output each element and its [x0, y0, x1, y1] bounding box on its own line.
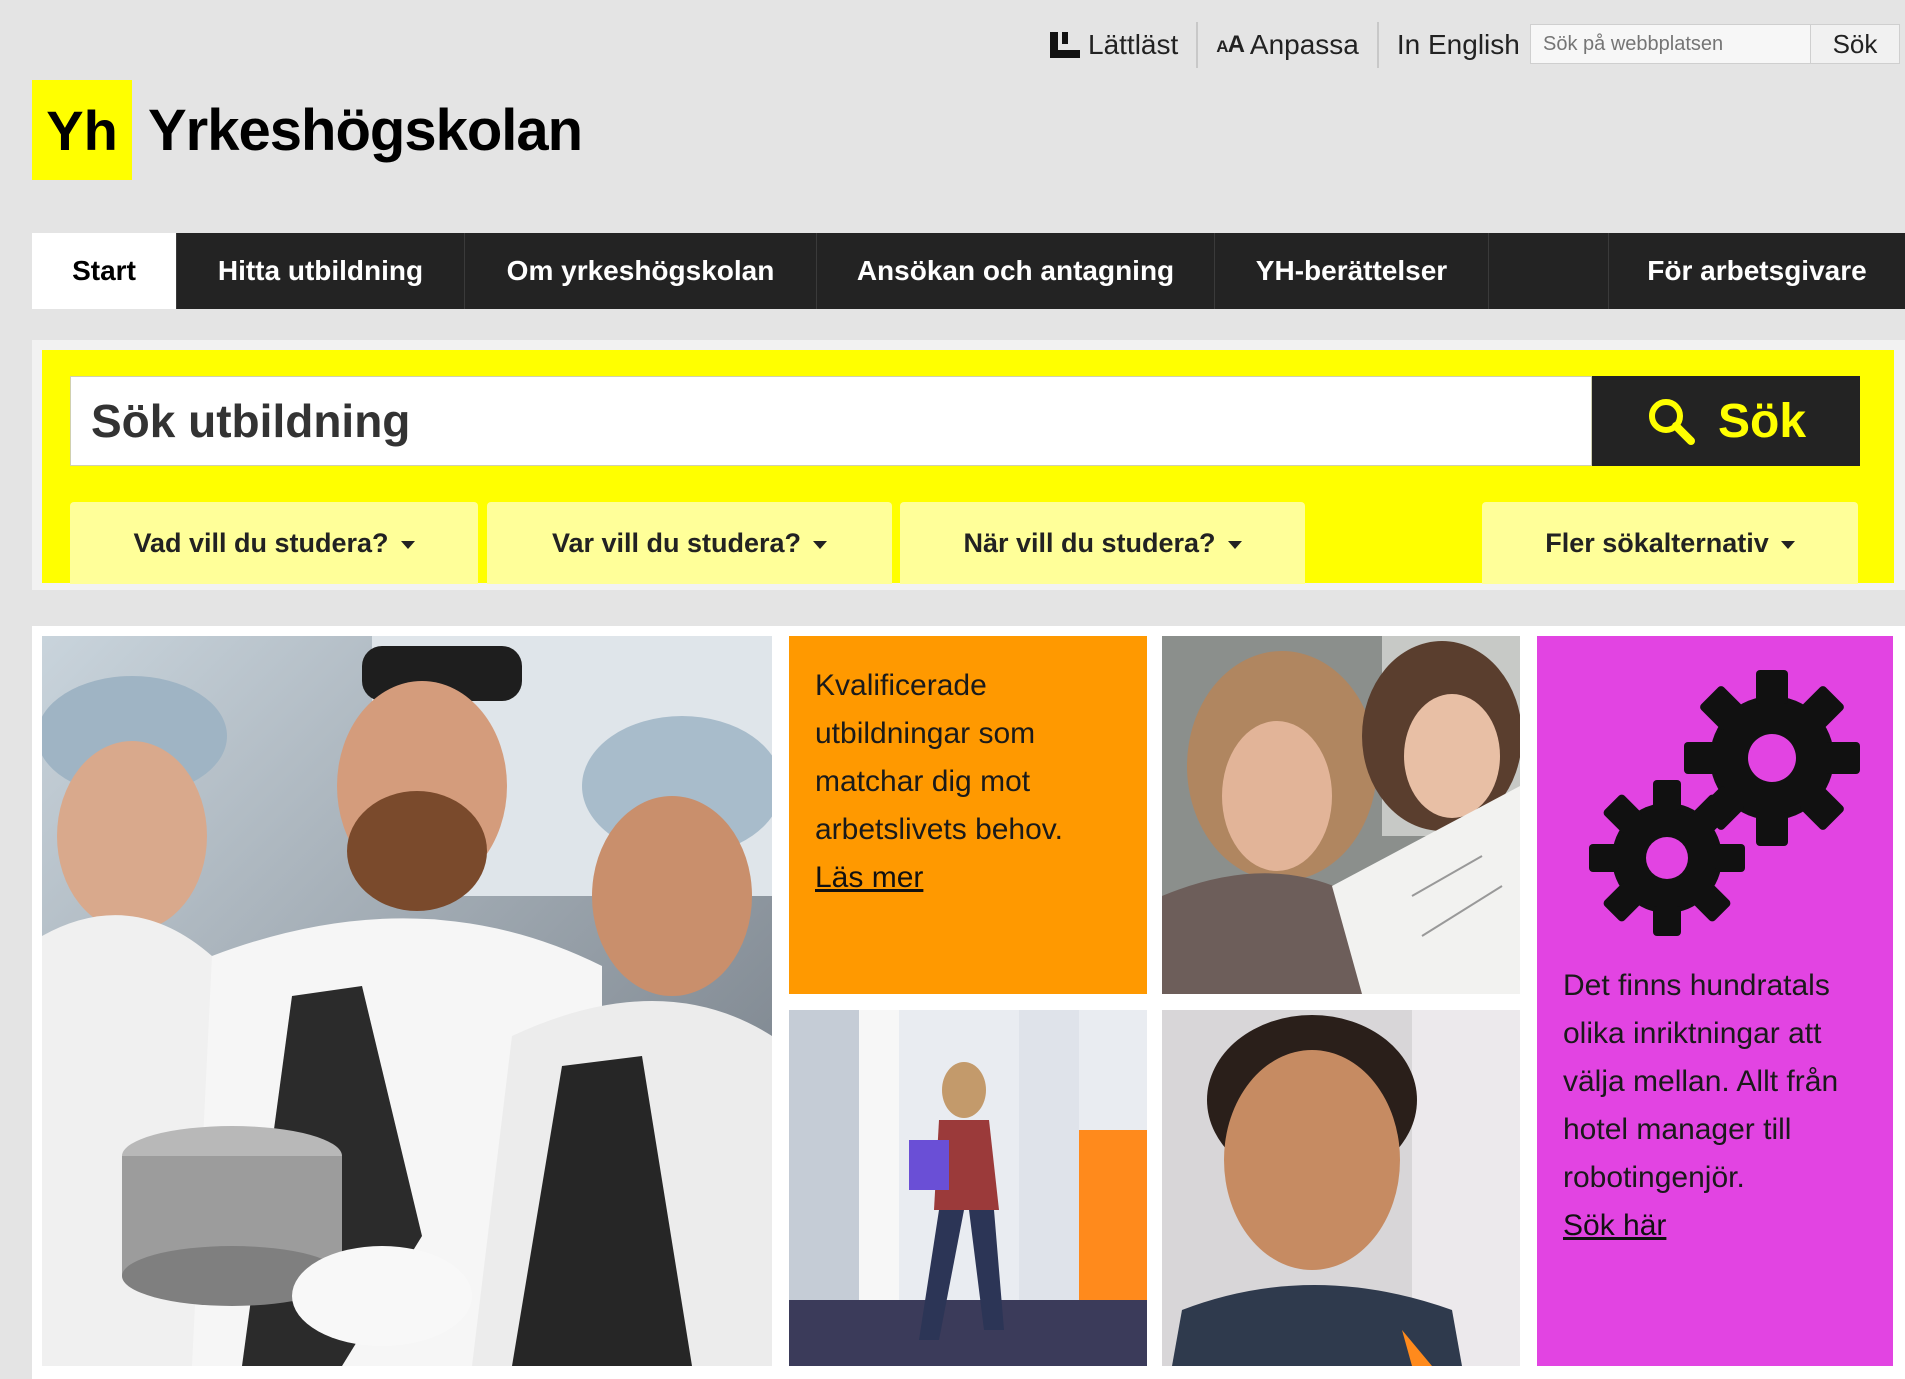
caret-down-icon — [1780, 540, 1795, 549]
customize-label: Anpassa — [1249, 29, 1359, 60]
nav-start[interactable]: Start — [32, 233, 177, 309]
filter-what-label: Vad vill du studera? — [133, 527, 389, 558]
caret-down-icon — [400, 540, 415, 549]
english-link[interactable]: In English — [1376, 22, 1538, 68]
easy-read-link[interactable]: Lättläst — [1030, 22, 1196, 68]
nav-for-arbetsgivare[interactable]: För arbetsgivare — [1609, 233, 1905, 309]
search-here-link[interactable]: Sök här — [1563, 1209, 1666, 1242]
nav-ansokan[interactable]: Ansökan och antagning — [817, 233, 1215, 309]
filter-more-label: Fler sökalternativ — [1545, 527, 1769, 558]
gears-icon — [1589, 670, 1860, 936]
nav-empty — [1489, 233, 1609, 309]
caret-down-icon — [813, 540, 828, 549]
logo-mark: Yh — [32, 80, 132, 180]
easy-read-icon — [1048, 30, 1082, 60]
customize-link[interactable]: AA Anpassa — [1196, 22, 1377, 68]
photo-students-image — [1162, 636, 1520, 994]
photo-chefs-image — [42, 636, 772, 1366]
main-nav: Start Hitta utbildning Om yrkeshögskolan… — [32, 233, 1905, 309]
photo-students[interactable] — [1162, 636, 1520, 994]
education-search-input[interactable]: Sök utbildning — [70, 376, 1592, 466]
photo-student-computer-image — [1162, 1010, 1520, 1366]
education-search-label: Sök — [1717, 394, 1807, 448]
site-search: Sök — [1530, 24, 1900, 66]
site-search-button[interactable]: Sök — [1810, 24, 1900, 64]
english-label: In English — [1396, 29, 1520, 60]
tile-qualified-text: Kvalificerade utbildningar som matchar d… — [815, 669, 1063, 846]
logo-text: Yrkeshögskolan — [148, 97, 583, 163]
text-size-icon: AA — [1216, 31, 1245, 58]
filter-where[interactable]: Var vill du studera? — [487, 502, 892, 584]
nav-yh-berattelser[interactable]: YH-berättelser — [1215, 233, 1489, 309]
filter-what[interactable]: Vad vill du studera? — [70, 502, 478, 584]
utility-bar: Lättläst AA Anpassa In English — [1030, 20, 1538, 70]
photo-student-computer[interactable] — [1162, 1010, 1520, 1366]
read-more-link[interactable]: Läs mer — [815, 861, 923, 894]
easy-read-label: Lättläst — [1088, 29, 1179, 60]
tile-qualified-content: Kvalificerade utbildningar som matchar d… — [789, 636, 1147, 928]
tile-directions-text: Det finns hundratals olika inriktningar … — [1563, 969, 1839, 1194]
tile-qualified-education: Kvalificerade utbildningar som matchar d… — [789, 636, 1147, 994]
tile-directions: Det finns hundratals olika inriktningar … — [1537, 636, 1893, 1366]
tile-directions-content: Det finns hundratals olika inriktningar … — [1563, 962, 1873, 1250]
nav-om-yrkeshogskolan[interactable]: Om yrkeshögskolan — [465, 233, 817, 309]
search-icon — [1648, 399, 1695, 445]
education-search-button[interactable]: Sök — [1592, 376, 1860, 466]
logo[interactable]: Yh Yrkeshögskolan — [32, 80, 583, 180]
caret-down-icon — [1227, 540, 1242, 549]
filter-when-label: När vill du studera? — [963, 527, 1216, 558]
filter-more[interactable]: Fler sökalternativ — [1482, 502, 1858, 584]
filter-when[interactable]: När vill du studera? — [900, 502, 1305, 584]
nav-hitta-utbildning[interactable]: Hitta utbildning — [177, 233, 465, 309]
photo-chefs[interactable] — [42, 636, 772, 1366]
filter-where-label: Var vill du studera? — [551, 527, 802, 558]
site-search-input[interactable] — [1530, 24, 1810, 64]
photo-walking-image — [789, 1010, 1147, 1366]
photo-walking[interactable] — [789, 1010, 1147, 1366]
